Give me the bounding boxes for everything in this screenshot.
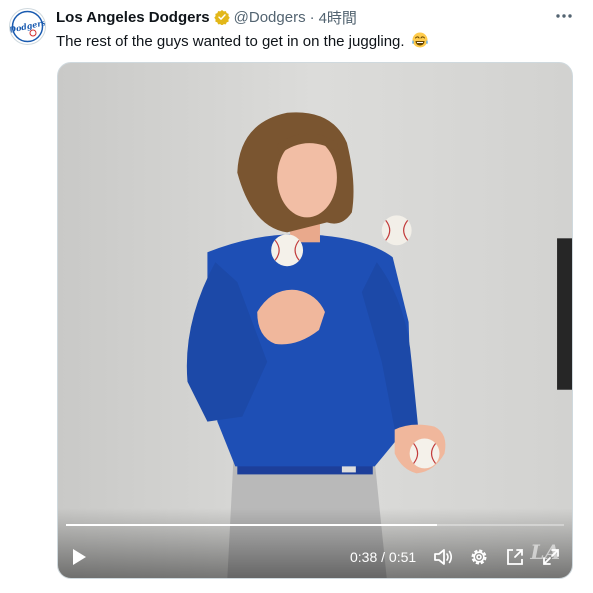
wall-screen <box>557 238 572 390</box>
time-separator: / <box>381 549 386 565</box>
author-handle[interactable]: @Dodgers <box>234 9 306 26</box>
tweet: Dodgers Los Angeles Dodgers @Dodgers · 4… <box>0 0 593 593</box>
video-player[interactable]: 0:38 / 0:51 LA <box>57 62 573 579</box>
progress-fill <box>66 524 437 526</box>
tweet-text: The rest of the guys wanted to get in on… <box>56 31 429 50</box>
separator-dot: · <box>309 8 315 26</box>
face-with-tears-of-joy-icon <box>411 32 428 48</box>
tweet-text-content: The rest of the guys wanted to get in on… <box>56 33 405 50</box>
dodgers-logo-icon: Dodgers <box>10 10 45 43</box>
current-time: 0:38 <box>350 549 378 565</box>
post-time[interactable]: 4時間 <box>319 7 357 28</box>
video-time: 0:38 / 0:51 <box>350 549 416 565</box>
duration: 0:51 <box>388 549 417 565</box>
video-frame[interactable] <box>58 63 572 578</box>
more-options-icon[interactable] <box>553 6 575 26</box>
baseball-left <box>271 234 304 267</box>
dodgers-watermark: LA <box>530 540 560 564</box>
verified-badge-icon <box>213 10 230 25</box>
author-name[interactable]: Los Angeles Dodgers <box>56 9 210 26</box>
popout-icon[interactable] <box>504 546 526 568</box>
baseball-right <box>381 215 412 246</box>
video-controls: 0:38 / 0:51 LA <box>58 508 572 578</box>
dodgers-avatar[interactable]: Dodgers <box>9 8 46 45</box>
play-icon[interactable] <box>68 546 90 568</box>
volume-icon[interactable] <box>432 546 454 568</box>
settings-icon[interactable] <box>468 546 490 568</box>
tweet-header: Los Angeles Dodgers @Dodgers · 4時間 <box>56 7 357 27</box>
progress-bar[interactable] <box>66 524 564 526</box>
baseball-hand <box>409 438 440 469</box>
